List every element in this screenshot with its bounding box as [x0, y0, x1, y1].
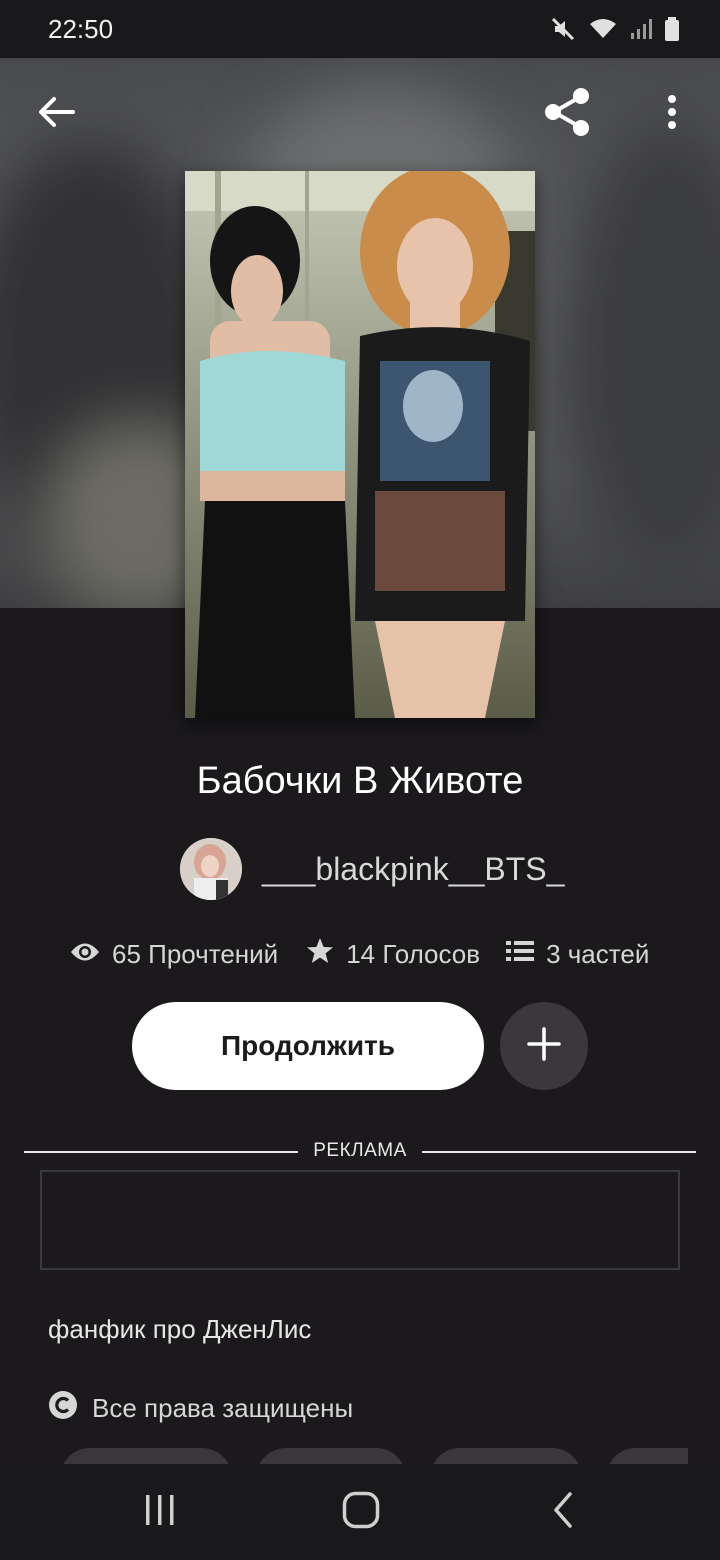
eye-icon [70, 939, 100, 970]
story-description: фанфик про ДженЛис [48, 1314, 312, 1344]
reads-count: 65 Прочтений [112, 938, 279, 969]
home-button[interactable] [321, 1478, 401, 1546]
more-vertical-icon [666, 94, 678, 135]
plus-icon [527, 1026, 561, 1066]
copyright-icon [48, 1390, 78, 1427]
votes-count: 14 Голосов [346, 938, 481, 969]
continue-reading-button[interactable]: Продолжить [132, 1002, 484, 1090]
back-nav-button[interactable] [523, 1478, 603, 1546]
recent-apps-button[interactable] [120, 1478, 200, 1546]
battery-icon [664, 16, 680, 47]
parts-count: 3 частей [546, 938, 650, 969]
cover-image[interactable] [185, 171, 535, 718]
copyright-info: Все права защищены [48, 1390, 353, 1427]
tag-pill[interactable] [430, 1448, 582, 1464]
status-icons [550, 16, 680, 47]
back-arrow-icon [37, 95, 75, 134]
add-to-library-button[interactable] [500, 1002, 588, 1090]
story-title: Бабочки В Животе [196, 760, 524, 802]
reads-stat: 65 Прочтений [70, 939, 278, 970]
status-bar: 22:50 [0, 0, 720, 58]
tag-pill[interactable] [60, 1448, 232, 1464]
signal-icon [630, 17, 652, 46]
star-icon [306, 937, 334, 972]
tag-list [60, 1448, 688, 1464]
author-link[interactable]: ___blackpink__BTS_ [180, 838, 564, 900]
back-button[interactable] [24, 82, 88, 146]
list-icon [506, 939, 535, 970]
ad-header: РЕКЛАМА [24, 1140, 696, 1164]
status-time: 22:50 [48, 14, 114, 44]
home-icon [342, 1491, 380, 1534]
back-icon [552, 1491, 574, 1533]
recent-apps-icon [143, 1493, 177, 1532]
author-name: ___blackpink__BTS_ [262, 850, 565, 887]
tag-pill[interactable] [606, 1448, 688, 1464]
share-icon [542, 87, 592, 142]
ad-divider-right [422, 1151, 696, 1153]
copyright-text: Все права защищены [92, 1393, 354, 1423]
share-button[interactable] [535, 82, 599, 146]
story-stats: 65 Прочтений 14 Голосов 3 частей [70, 930, 670, 978]
ad-banner[interactable] [40, 1170, 680, 1270]
parts-stat: 3 частей [506, 939, 649, 970]
system-nav-bar [0, 1464, 720, 1560]
wifi-icon [588, 16, 618, 47]
votes-stat: 14 Голосов [306, 937, 480, 972]
avatar [180, 838, 242, 900]
mute-icon [550, 16, 576, 47]
tag-pill[interactable] [256, 1448, 406, 1464]
more-options-button[interactable] [640, 82, 704, 146]
